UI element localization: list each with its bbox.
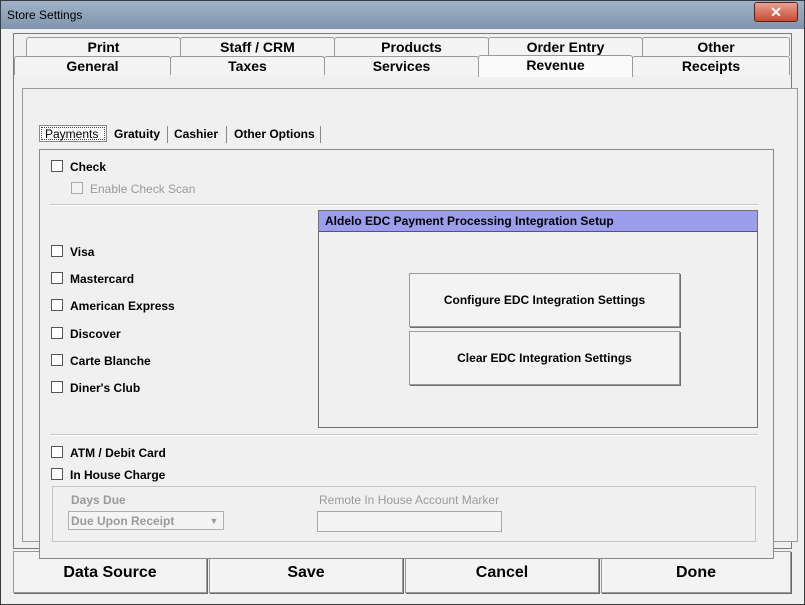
title-bar[interactable]: Store Settings ✕ (1, 1, 804, 29)
in-house-charge-checkbox[interactable]: In House Charge (51, 468, 165, 482)
separator-bottom (50, 434, 758, 436)
edc-setup-header: Aldelo EDC Payment Processing Integratio… (319, 211, 757, 232)
tab-receipts[interactable]: Receipts (632, 56, 790, 75)
american-express-checkbox[interactable]: American Express (51, 299, 175, 313)
edc-setup-group: Aldelo EDC Payment Processing Integratio… (318, 210, 758, 428)
days-due-select: Due Upon Receipt ▼ (68, 511, 224, 530)
carte-blanche-label: Carte Blanche (70, 354, 151, 368)
tab-general[interactable]: General (14, 56, 171, 75)
discover-checkbox[interactable]: Discover (51, 327, 121, 341)
subtab-payments[interactable]: Payments (39, 125, 107, 142)
days-due-label: Days Due (71, 493, 126, 507)
checkbox-box[interactable] (51, 272, 63, 284)
carte-blanche-checkbox[interactable]: Carte Blanche (51, 354, 151, 368)
checkbox-box[interactable] (51, 160, 63, 172)
in-house-charge-label: In House Charge (70, 468, 166, 482)
subtab-other-options[interactable]: Other Options (229, 126, 321, 143)
checkbox-box[interactable] (51, 245, 63, 257)
diners-club-label: Diner's Club (70, 381, 141, 395)
checkbox-box[interactable] (51, 354, 63, 366)
checkbox-box (71, 182, 83, 194)
checkbox-box[interactable] (51, 446, 63, 458)
tab-services[interactable]: Services (324, 56, 479, 75)
enable-check-scan-checkbox: Enable Check Scan (71, 182, 195, 196)
diners-club-checkbox[interactable]: Diner's Club (51, 381, 140, 395)
window-client: Print Staff / CRM Products Order Entry O… (5, 29, 800, 600)
mastercard-label: Mastercard (70, 272, 135, 286)
atm-debit-checkbox[interactable]: ATM / Debit Card (51, 446, 166, 460)
chevron-down-icon: ▼ (209, 516, 219, 526)
subtab-gratuity[interactable]: Gratuity (109, 126, 168, 143)
visa-label: Visa (70, 245, 95, 259)
discover-label: Discover (70, 327, 121, 341)
settings-frame: Print Staff / CRM Products Order Entry O… (13, 33, 798, 559)
remote-marker-label: Remote In House Account Marker (319, 493, 500, 507)
tab-other[interactable]: Other (642, 37, 790, 56)
window-title: Store Settings (7, 8, 83, 22)
separator-top (50, 204, 758, 206)
remote-marker-input (317, 511, 502, 532)
configure-edc-button[interactable]: Configure EDC Integration Settings (409, 273, 680, 327)
atm-debit-label: ATM / Debit Card (70, 446, 166, 460)
tab-taxes[interactable]: Taxes (170, 56, 325, 75)
visa-checkbox[interactable]: Visa (51, 245, 94, 259)
tab-revenue[interactable]: Revenue (478, 55, 633, 77)
days-due-value: Due Upon Receipt (71, 514, 175, 528)
clear-edc-button[interactable]: Clear EDC Integration Settings (409, 331, 680, 385)
tab-order-entry[interactable]: Order Entry (488, 37, 643, 56)
revenue-panel: Payments Gratuity Cashier Other Options … (22, 88, 798, 559)
checkbox-box[interactable] (51, 468, 63, 480)
checkbox-box[interactable] (51, 299, 63, 311)
tab-staff-crm[interactable]: Staff / CRM (180, 37, 335, 56)
check-checkbox[interactable]: Check (51, 160, 106, 174)
checkbox-box[interactable] (51, 327, 63, 339)
checkbox-box[interactable] (51, 381, 63, 393)
subtab-cashier[interactable]: Cashier (169, 126, 227, 143)
tab-print[interactable]: Print (26, 37, 181, 56)
store-settings-window: Store Settings ✕ Print Staff / CRM Produ… (0, 0, 805, 605)
payments-panel: Check Enable Check Scan Visa Mastercard … (39, 149, 774, 559)
in-house-options-group: Days Due Due Upon Receipt ▼ Remote In Ho… (52, 486, 756, 542)
mastercard-checkbox[interactable]: Mastercard (51, 272, 134, 286)
check-label: Check (70, 160, 107, 174)
tab-products[interactable]: Products (334, 37, 489, 56)
enable-check-scan-label: Enable Check Scan (90, 182, 196, 196)
american-express-label: American Express (70, 299, 175, 313)
close-icon[interactable]: ✕ (754, 2, 798, 22)
